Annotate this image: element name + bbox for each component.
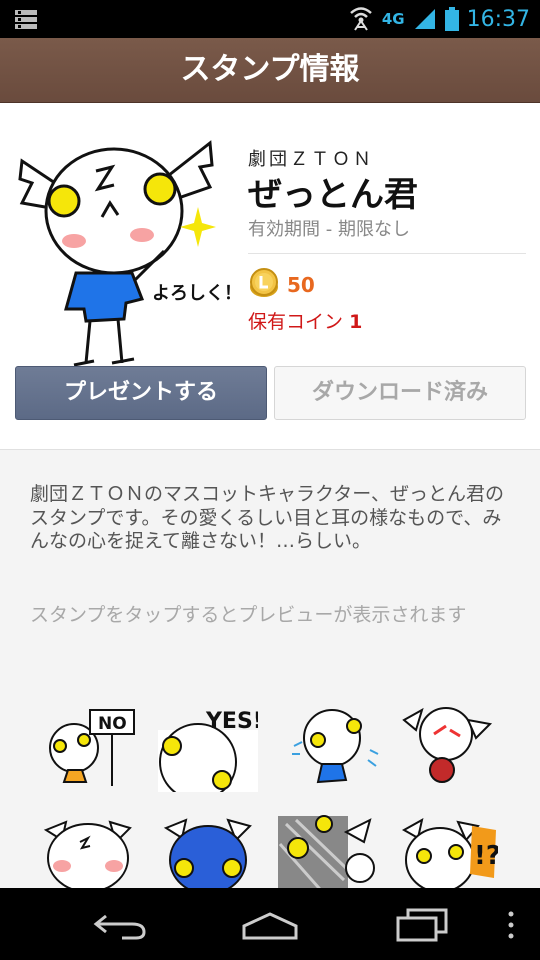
validity-text: 有効期間 - 期限なし: [248, 219, 410, 240]
clock: 16:37: [466, 6, 530, 32]
status-bar: 4G 16:37: [0, 0, 540, 38]
sticker-info-panel: よろしく！ 劇団ＺＴＯＮ ぜっとん君 有効期間 - 期限なし 50 保有コイン …: [0, 103, 540, 450]
wifi-hotspot-icon: [350, 7, 372, 31]
page-title: スタンプ情報: [180, 52, 360, 87]
recent-apps-icon[interactable]: [394, 908, 450, 942]
owned-coins-label: 保有コイン: [248, 311, 344, 333]
home-icon[interactable]: [240, 910, 300, 940]
navigation-bar: [0, 888, 540, 960]
owned-coins: 保有コイン 1: [248, 307, 362, 334]
sticker-thumbnail[interactable]: [158, 808, 258, 900]
price: 50: [287, 273, 315, 297]
sticker-thumbnail[interactable]: !?: [398, 808, 498, 900]
present-button[interactable]: プレゼントする: [15, 366, 267, 420]
divider: [248, 253, 526, 254]
sticker-thumbnail[interactable]: YES!: [158, 700, 258, 792]
owned-coins-value: 1: [349, 311, 363, 333]
back-icon[interactable]: [92, 910, 148, 940]
thumbnail-text: !?: [474, 841, 498, 871]
sticker-thumbnail[interactable]: [276, 808, 376, 900]
sticker-description: 劇団ＺＴＯＮのマスコットキャラクター、ぜっとん君のスタンプです。その愛くるしい目…: [30, 483, 505, 552]
menu-icon[interactable]: [506, 910, 516, 940]
sticker-thumbnail[interactable]: [38, 808, 138, 900]
notification-icon: [15, 10, 37, 29]
downloaded-button[interactable]: ダウンロード済み: [274, 366, 526, 420]
thumbnail-text: YES!: [205, 709, 258, 734]
sticker-name: ぜっとん君: [248, 175, 418, 215]
main-sticker-text: よろしく！: [152, 283, 236, 304]
battery-icon: [444, 7, 459, 31]
sticker-thumbnail[interactable]: [398, 700, 498, 792]
signal-icon: [414, 9, 435, 29]
coin-icon: [250, 268, 278, 297]
sticker-thumbnail[interactable]: [284, 700, 384, 792]
preview-hint: スタンプをタップするとプレビューが表示されます: [30, 604, 467, 626]
sticker-grid: NO YES! !: [0, 690, 540, 900]
thumbnail-text: NO: [98, 714, 127, 734]
sticker-thumbnail[interactable]: NO: [38, 700, 138, 792]
network-type: 4G: [381, 10, 405, 28]
app-header: スタンプ情報: [0, 38, 540, 103]
